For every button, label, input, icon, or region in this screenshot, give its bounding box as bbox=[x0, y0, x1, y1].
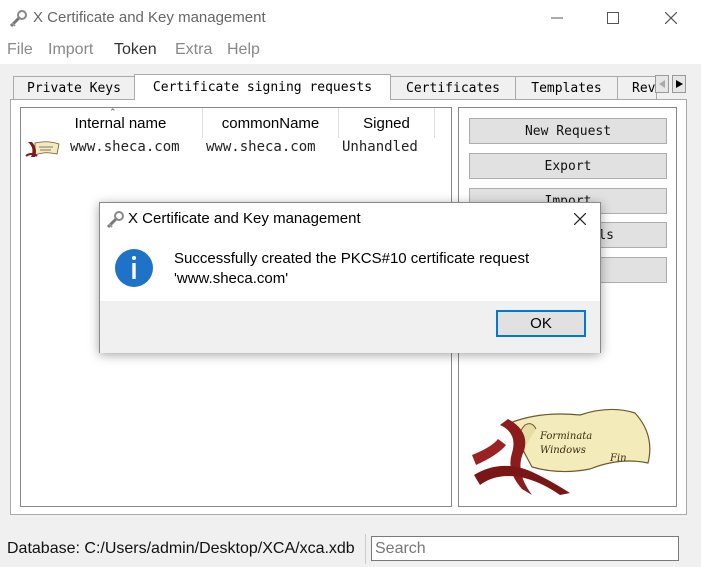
column-common-name[interactable]: commonName bbox=[203, 108, 339, 138]
tab-certificate-signing-requests[interactable]: Certificate signing requests bbox=[134, 74, 391, 100]
logo-signature: Fin bbox=[609, 453, 627, 464]
cell-signed: Unhandled bbox=[342, 139, 418, 155]
column-signed[interactable]: Signed bbox=[339, 108, 435, 138]
maximize-button[interactable] bbox=[584, 0, 642, 36]
tab-templates[interactable]: Templates bbox=[515, 76, 618, 99]
status-separator bbox=[365, 534, 366, 564]
chevron-left-icon bbox=[658, 80, 665, 88]
logo-signature: Forminata bbox=[539, 431, 592, 442]
xca-scroll-logo: Forminata Windows Fin bbox=[472, 408, 651, 495]
info-icon bbox=[115, 249, 153, 287]
dialog-footer: OK bbox=[100, 301, 600, 353]
menu-token[interactable]: Token bbox=[114, 41, 157, 59]
maximize-icon bbox=[607, 12, 619, 24]
tab-certificates[interactable]: Certificates bbox=[390, 76, 516, 99]
new-request-button[interactable]: New Request bbox=[469, 118, 667, 144]
minimize-button[interactable] bbox=[528, 0, 586, 36]
table-row[interactable]: www.sheca.com www.sheca.com Unhandled bbox=[21, 138, 451, 160]
csr-scroll-icon bbox=[25, 141, 60, 157]
close-button[interactable] bbox=[642, 0, 700, 36]
search-input[interactable] bbox=[371, 536, 679, 561]
app-icon bbox=[9, 10, 27, 28]
menu-bar: File Import Token Extra Help bbox=[0, 36, 701, 64]
close-icon bbox=[665, 12, 677, 24]
tab-revocation-lists[interactable]: Rev bbox=[617, 76, 657, 99]
tab-private-keys[interactable]: Private Keys bbox=[13, 76, 135, 99]
window-title: X Certificate and Key management bbox=[33, 9, 266, 26]
dialog-message: Successfully created the PKCS#10 certifi… bbox=[174, 250, 530, 287]
database-path: Database: C:/Users/admin/Desktop/XCA/xca… bbox=[7, 540, 355, 557]
menu-help[interactable]: Help bbox=[227, 41, 260, 59]
menu-file[interactable]: File bbox=[7, 41, 33, 59]
logo-signature: Windows bbox=[540, 445, 586, 456]
list-header: ⌃ Internal name commonName Signed bbox=[21, 107, 451, 138]
menu-extra[interactable]: Extra bbox=[175, 41, 212, 59]
dialog-close-button[interactable] bbox=[568, 207, 592, 231]
cell-internal-name: www.sheca.com bbox=[70, 139, 180, 155]
dialog-title: X Certificate and Key management bbox=[128, 210, 361, 227]
title-bar: X Certificate and Key management bbox=[0, 0, 701, 36]
export-button[interactable]: Export bbox=[469, 153, 667, 179]
close-icon bbox=[574, 213, 586, 225]
tab-scroll-right-button[interactable] bbox=[672, 75, 686, 93]
success-dialog: X Certificate and Key management Success… bbox=[99, 202, 601, 353]
menu-import[interactable]: Import bbox=[48, 41, 93, 59]
column-internal-name[interactable]: ⌃ Internal name bbox=[21, 107, 203, 138]
minimize-icon bbox=[551, 17, 563, 19]
cell-common-name: www.sheca.com bbox=[206, 139, 316, 155]
sort-ascending-icon: ⌃ bbox=[109, 107, 117, 117]
app-icon bbox=[106, 211, 124, 229]
ok-button[interactable]: OK bbox=[496, 310, 586, 337]
chevron-right-icon bbox=[675, 80, 683, 88]
tab-scroll-left-button[interactable] bbox=[655, 75, 669, 93]
